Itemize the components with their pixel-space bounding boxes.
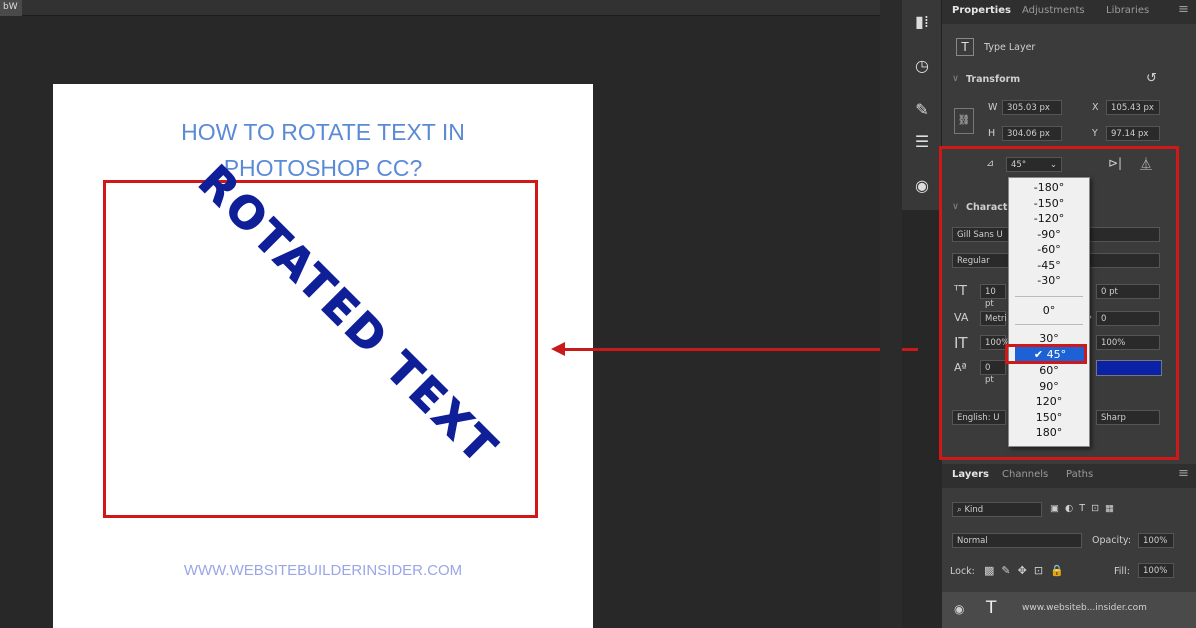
- annotation-arrow-head: [551, 342, 565, 356]
- panel-menu-icon[interactable]: ≡: [1178, 2, 1189, 17]
- tab-properties[interactable]: Properties: [952, 5, 1011, 16]
- artboard-url: WWW.WEBSITEBUILDERINSIDER.COM: [183, 562, 463, 579]
- tab-libraries[interactable]: Libraries: [1106, 5, 1149, 16]
- tab-adjustments[interactable]: Adjustments: [1022, 5, 1085, 16]
- layer-type-label: Type Layer: [984, 42, 1036, 53]
- fill-field[interactable]: 100%: [1138, 563, 1174, 578]
- panel-highlight-box: [939, 146, 1179, 460]
- panel-menu-icon[interactable]: ≡: [1178, 466, 1189, 481]
- eye-icon[interactable]: ◉: [954, 602, 964, 616]
- opacity-label: Opacity:: [1092, 535, 1132, 546]
- chevron-down-icon[interactable]: ∨: [952, 73, 959, 84]
- lock-icons[interactable]: ▩✎✥⊡🔒: [984, 564, 1071, 577]
- document-tab[interactable]: bW: [0, 0, 22, 16]
- panel-icons-toolbar: ▮⁞ ◷ ✎ ☰ ◉: [902, 0, 942, 210]
- h-label: H: [988, 128, 996, 139]
- type-layer-thumbnail-icon: T: [986, 598, 997, 618]
- properties-tab-bar: Properties Adjustments Libraries ≡: [942, 0, 1196, 24]
- layer-name: www.websiteb...insider.com: [1022, 603, 1147, 613]
- annotation-arrow-line: [563, 348, 918, 351]
- history-icon[interactable]: ◷: [902, 52, 942, 80]
- height-field[interactable]: 304.06 px: [1002, 126, 1062, 141]
- layer-filter-search[interactable]: ⌕ Kind: [952, 502, 1042, 517]
- transform-header: Transform: [966, 74, 1021, 85]
- type-layer-icon: T: [956, 38, 974, 56]
- x-label: X: [1092, 102, 1099, 113]
- y-field[interactable]: 97.14 px: [1106, 126, 1160, 141]
- y-label: Y: [1092, 128, 1098, 139]
- layer-row[interactable]: ◉ T www.websiteb...insider.com: [942, 592, 1196, 628]
- artboard[interactable]: HOW TO ROTATE TEXT IN PHOTOSHOP CC? ROTA…: [53, 84, 593, 628]
- x-field[interactable]: 105.43 px: [1106, 100, 1160, 115]
- fill-label: Fill:: [1114, 566, 1130, 577]
- layer-filter-icons[interactable]: ▣◐T⊡▦: [1050, 503, 1120, 514]
- tab-layers[interactable]: Layers: [952, 469, 989, 480]
- reset-icon[interactable]: ↺: [1146, 71, 1157, 86]
- w-label: W: [988, 102, 998, 113]
- document-tab-strip: [0, 0, 880, 16]
- search-placeholder: Kind: [964, 505, 984, 515]
- artboard-title: HOW TO ROTATE TEXT IN PHOTOSHOP CC?: [181, 119, 465, 181]
- lock-label: Lock:: [950, 566, 975, 577]
- tab-paths[interactable]: Paths: [1066, 469, 1093, 480]
- width-field[interactable]: 305.03 px: [1002, 100, 1062, 115]
- layers-tab-bar: Layers Channels Paths ≡: [942, 464, 1196, 488]
- blend-mode-select[interactable]: Normal: [952, 533, 1082, 548]
- brush-icon[interactable]: ✎: [902, 96, 942, 124]
- panel-dock-strip: [880, 0, 902, 628]
- tab-channels[interactable]: Channels: [1002, 469, 1048, 480]
- adjustments-icon[interactable]: ☰: [902, 128, 942, 156]
- 3d-icon[interactable]: ◉: [902, 172, 942, 200]
- link-icon[interactable]: ⛓: [954, 108, 974, 134]
- info-icon[interactable]: ▮⁞: [902, 8, 942, 36]
- opacity-field[interactable]: 100%: [1138, 533, 1174, 548]
